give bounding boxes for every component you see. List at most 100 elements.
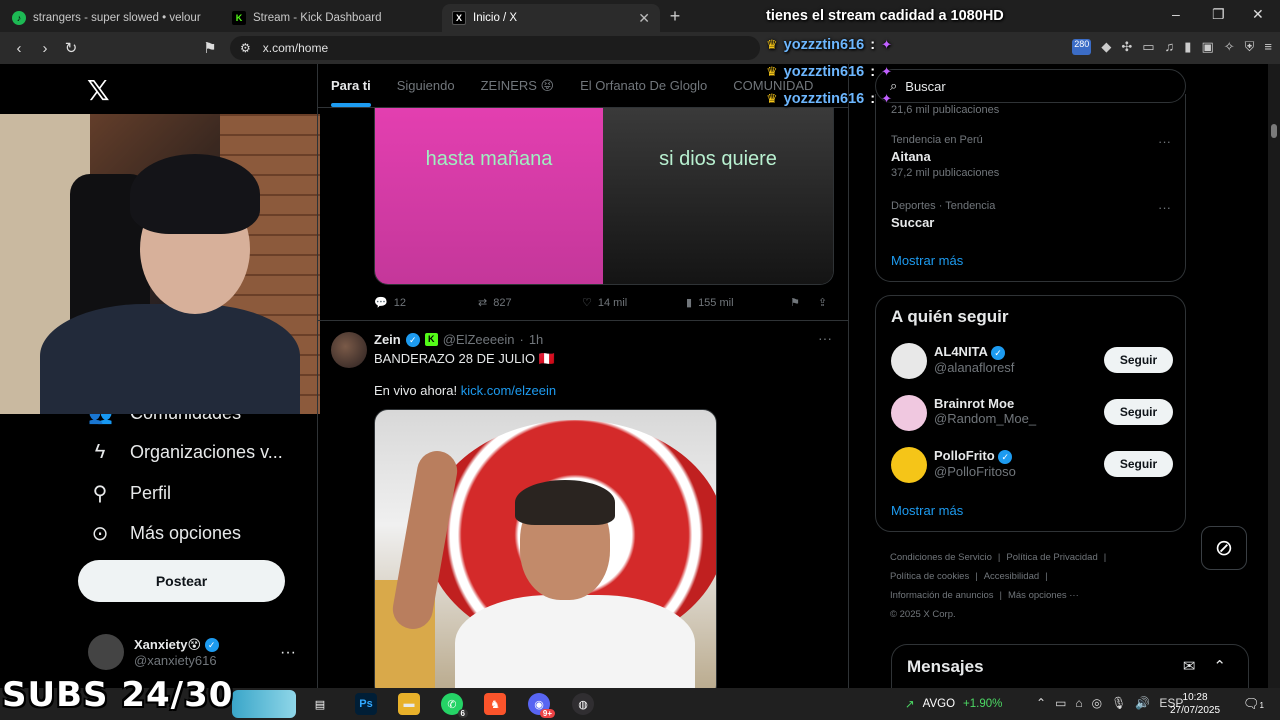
tab-kick[interactable]: K Stream - Kick Dashboard [222,4,440,32]
follow-button[interactable]: Seguir [1104,347,1173,373]
trend-item[interactable]: Tendencia en Perú Aitana 37,2 mil public… [891,134,1171,179]
chevron-up-icon[interactable]: ⌃ [1036,696,1046,710]
tweet-text-body: BANDERAZO 28 DE JULIO [374,351,536,366]
follow-suggestion[interactable]: PolloFrito ✓ @PolloFritoso Seguir [891,447,1173,483]
expand-up-icon[interactable]: ⌃ [1213,657,1226,675]
whatsapp-icon[interactable]: ✆ 6 [441,693,468,718]
chat-message: ♛ yozzztin616: ✦ [766,64,892,80]
account-switcher[interactable]: Xanxiety😵 ✓ @xanxiety616 [88,634,219,670]
network-icon[interactable]: ⌂ [1075,696,1082,710]
sidebar-item-perfil[interactable]: ⚲ Perfil [88,481,171,506]
file-explorer-icon[interactable]: ▬ [398,693,420,715]
photoshop-icon[interactable]: Ps [355,693,377,715]
tray-app-icon[interactable]: ▭ [1055,696,1066,710]
x-logo-icon[interactable]: 𝕏 [87,74,110,107]
sidebar-item-mas-opciones[interactable]: ⊙ Más opciones [88,521,241,546]
follow-suggestion[interactable]: Brainrot Moe @Random_Moe_ Seguir [891,395,1173,431]
trend-more-icon[interactable]: ··· [1158,200,1171,215]
tab-x-home[interactable]: X Inicio / X ✕ [442,4,660,32]
avatar[interactable] [331,332,367,368]
crown-icon: ♛ [766,37,778,52]
wallet-icon[interactable]: ▣ [1201,39,1213,55]
ai-icon[interactable]: ✧ [1224,39,1235,55]
tweet-live-link[interactable]: kick.com/elzeein [461,383,556,398]
new-tab-button[interactable]: + [660,6,690,27]
clock[interactable]: 10:28 27/07/2025 [1170,691,1220,717]
trend-more-icon[interactable]: ··· [1158,134,1171,149]
brave-icon[interactable]: ♞ [484,693,506,715]
forward-icon[interactable]: › [32,40,58,57]
tweet-time[interactable]: 1h [529,332,543,347]
messages-drawer[interactable]: Mensajes ✉ ⌃ [891,644,1249,688]
sidebar-item-organizaciones[interactable]: ϟ Organizaciones v... [88,441,283,464]
follow-suggestion[interactable]: AL4NITA ✓ @alanafloresf Seguir [891,343,1173,379]
tweet-author-name[interactable]: Zein [374,332,401,347]
footer-link[interactable]: Más opciones ··· [1008,590,1079,601]
grok-icon[interactable]: ⊘ [1201,526,1247,570]
scrollbar-thumb[interactable] [1271,124,1277,138]
chat-message: ♛ yozzztin616: ✦ [766,37,892,53]
views-button[interactable]: ▮ 155 mil [686,296,790,310]
maximize-icon[interactable]: ❐ [1212,6,1225,23]
repost-button[interactable]: ⇄ 827 [478,296,582,310]
bookmark-icon[interactable]: ⚑ [197,39,223,57]
footer-link[interactable]: Condiciones de Servicio [890,552,992,563]
follow-button[interactable]: Seguir [1104,399,1173,425]
tab-spotify[interactable]: ♪ strangers - super slowed • velour [2,4,220,32]
obs-icon[interactable]: ◍ [572,693,594,715]
close-tab-icon[interactable]: ✕ [638,10,650,27]
camera-icon[interactable]: ◎ [1092,696,1102,710]
emote-icon: ✦ [881,64,892,79]
footer-link[interactable]: Política de cookies [890,571,969,582]
tab-siguiendo[interactable]: Siguiendo [397,78,455,93]
tab-el-orfanato[interactable]: El Orfanato De Gloglo [580,78,707,93]
task-view-icon[interactable]: ▤ [309,693,331,715]
share-icon[interactable]: ⇪ [818,296,827,309]
tablet-icon[interactable]: ▭ [1142,39,1154,55]
follow-button[interactable]: Seguir [1104,451,1173,477]
reload-icon[interactable]: ↻ [58,39,84,57]
tweet-live-line: En vivo ahora! kick.com/elzeein [374,383,556,398]
sidebar-icon[interactable]: ▮ [1184,39,1191,55]
back-icon[interactable]: ‹ [6,40,32,57]
tweet-more-icon[interactable]: ··· [818,330,832,346]
reply-button[interactable]: 💬 12 [374,296,478,310]
close-window-icon[interactable]: ✕ [1252,6,1264,23]
volume-icon[interactable]: 🔊 [1135,696,1150,710]
puzzle-icon[interactable]: ✣ [1121,39,1132,55]
extension-icon[interactable]: ◆ [1101,39,1111,55]
tweet-media-image[interactable] [374,409,717,688]
account-more-icon[interactable]: ··· [280,644,296,662]
avatar [88,634,124,670]
tab-zeiners[interactable]: ZEINERS 😝 [481,78,555,94]
discord-icon[interactable]: ◉ 9+ [528,693,555,718]
footer-link[interactable]: Accesibilidad [984,571,1039,582]
stock-widget[interactable]: ↗ AVGO +1.90% [905,697,1002,711]
music-icon[interactable]: ♫ [1165,39,1175,55]
shield-icon[interactable]: ⛨ [1245,39,1255,55]
show-more-follow-link[interactable]: Mostrar más [891,503,963,518]
menu-icon[interactable]: ≡ [1264,39,1272,55]
tweet-media-video[interactable]: hasta mañana si dios quiere [374,108,834,285]
bookmark-tweet-icon[interactable]: ⚑ [790,296,800,309]
kick-badge-icon: K [424,333,438,346]
minimize-icon[interactable]: – [1172,6,1180,22]
address-bar[interactable]: ⚙ x.com/home [230,36,760,60]
trend-item[interactable]: Deportes · Tendencia Succar ··· [891,200,1171,230]
tab-para-ti[interactable]: Para ti [331,78,371,107]
new-message-icon[interactable]: ✉ [1183,657,1196,675]
extension-badge-icon[interactable]: 280 [1072,39,1092,55]
suggestion-name: PolloFrito [934,448,995,463]
footer-link[interactable]: Información de anuncios [890,590,994,601]
notifications-icon[interactable]: 🗨1 [1243,696,1264,712]
microphone-icon[interactable]: 🎙 [1111,696,1126,710]
tweet-author-handle[interactable]: @ElZeeeein [443,332,515,347]
post-button[interactable]: Postear [78,560,285,602]
footer-link[interactable]: Política de Privacidad [1006,552,1097,563]
site-settings-icon[interactable]: ⚙ [240,41,251,55]
shark-widget-icon[interactable] [232,690,296,718]
trends-panel: 21,6 mil publicaciones Tendencia en Perú… [875,94,1186,282]
page-scrollbar[interactable] [1268,64,1280,688]
like-button[interactable]: ♡ 14 mil [582,296,686,310]
show-more-trends-link[interactable]: Mostrar más [891,253,963,268]
